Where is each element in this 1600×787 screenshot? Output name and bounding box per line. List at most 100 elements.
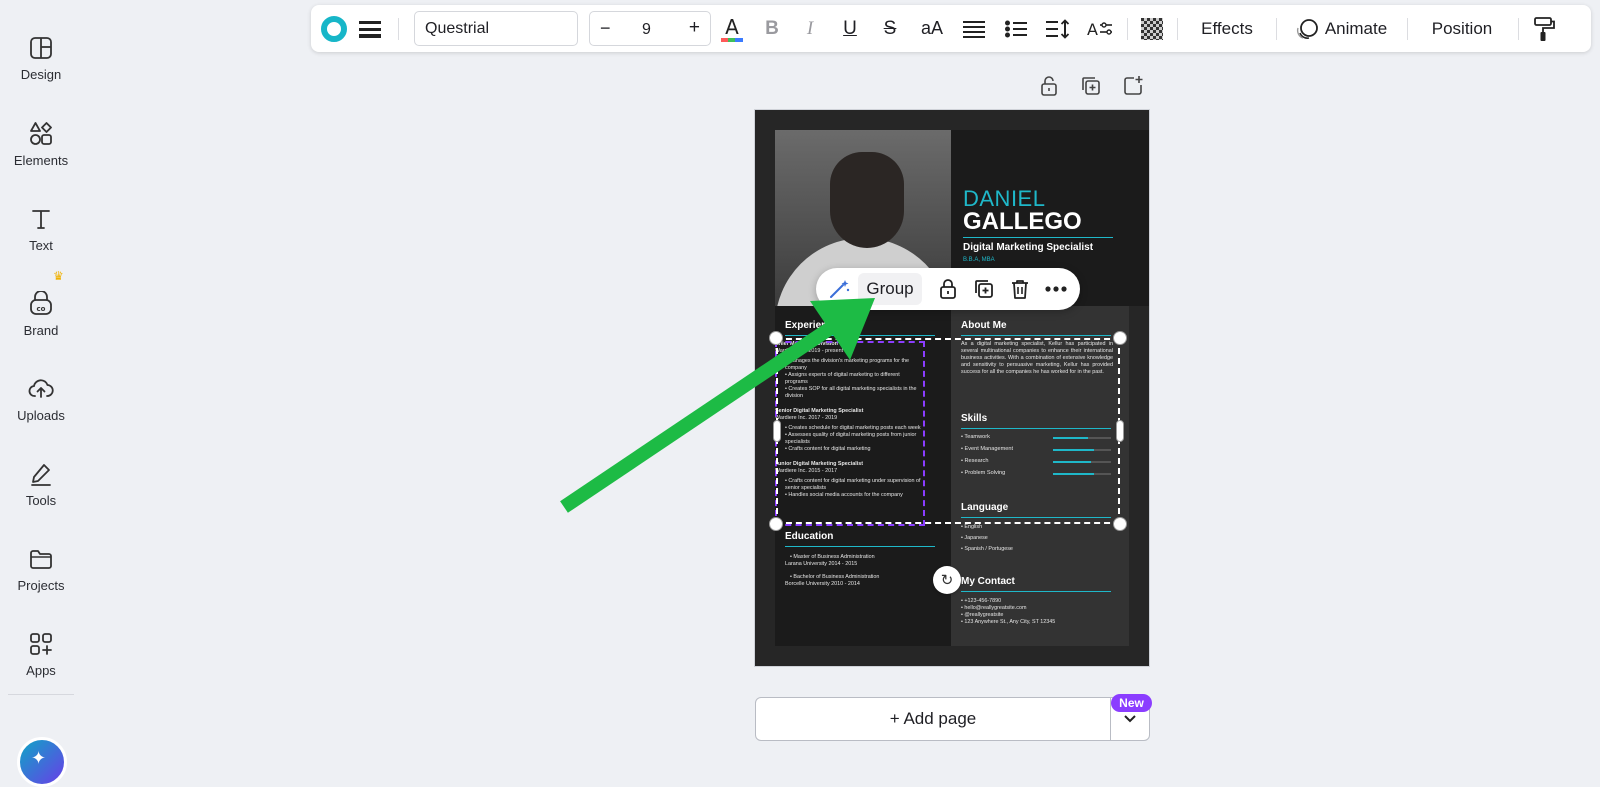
- last-name[interactable]: GALLEGO: [963, 208, 1082, 236]
- spacing-button[interactable]: [1043, 5, 1073, 52]
- bullet-list-icon: [1005, 20, 1027, 37]
- more-options-button[interactable]: [1040, 268, 1072, 310]
- sidebar-item-design[interactable]: Design: [0, 15, 82, 87]
- text-settings-icon: A: [1087, 20, 1112, 39]
- design-icon: [30, 37, 52, 59]
- contact-line: • +123-456-7890: [961, 598, 1002, 604]
- toolbar-divider: [1177, 18, 1178, 40]
- animate-icon: [1296, 18, 1318, 39]
- magic-assistant-button[interactable]: ✦: [17, 737, 67, 787]
- contact-line: • @reallygreatsite: [961, 612, 1004, 618]
- svg-text:A: A: [1087, 20, 1098, 39]
- sidebar-item-label: Elements: [13, 153, 69, 168]
- toolbar-divider: [1518, 18, 1519, 40]
- resize-handle-bottom-right[interactable]: [1113, 517, 1127, 531]
- left-sidebar: Design Elements Text co Brand ♛ Uploads …: [0, 0, 82, 787]
- text-icon: [32, 210, 50, 229]
- resize-handle-bottom-left[interactable]: [769, 517, 783, 531]
- education-list[interactable]: • Master of Business Administration Lara…: [785, 554, 935, 588]
- italic-button[interactable]: I: [795, 5, 825, 52]
- letter-case-icon: aA: [920, 18, 944, 38]
- language-list[interactable]: • English • Japanese • Spanish / Portuge…: [961, 524, 1111, 553]
- transparency-icon: [1141, 17, 1163, 40]
- sidebar-item-uploads[interactable]: Uploads: [0, 356, 82, 428]
- sidebar-item-text[interactable]: Text: [0, 186, 82, 258]
- uploads-icon: [28, 379, 54, 398]
- lock-page-button[interactable]: [1038, 75, 1060, 97]
- duplicate-button[interactable]: [968, 268, 1000, 310]
- bold-button[interactable]: B: [757, 5, 787, 52]
- strikethrough-button[interactable]: S: [875, 5, 905, 52]
- magic-edit-button[interactable]: [822, 268, 856, 310]
- selection-box[interactable]: [776, 338, 1120, 524]
- sidebar-item-label: Projects: [17, 578, 65, 593]
- rotate-icon: ↻: [940, 572, 954, 589]
- resize-handle-left[interactable]: [773, 420, 781, 442]
- contact-list[interactable]: • +123-456-7890 • hello@reallygreatsite.…: [961, 598, 1121, 626]
- effects-label: Effects: [1201, 18, 1253, 38]
- text-toolbar: Questrial − 9 + A B I U S aA A Effects A…: [311, 5, 1591, 52]
- sidebar-item-brand[interactable]: co Brand: [0, 271, 82, 343]
- sidebar-item-tools[interactable]: Tools: [0, 441, 82, 513]
- delete-button[interactable]: [1004, 268, 1036, 310]
- sidebar-item-projects[interactable]: Projects: [0, 526, 82, 598]
- text-color-button[interactable]: A: [717, 5, 747, 52]
- copy-style-button[interactable]: [1529, 5, 1559, 52]
- position-button[interactable]: Position: [1417, 5, 1507, 52]
- elements-icon: [30, 122, 52, 145]
- font-color-icon: A: [721, 15, 743, 42]
- font-name: Questrial: [425, 20, 490, 37]
- title-rule: [963, 237, 1113, 238]
- duplicate-page-button[interactable]: [1080, 75, 1102, 97]
- alignment-button[interactable]: [959, 5, 989, 52]
- job-title[interactable]: Digital Marketing Specialist: [963, 242, 1093, 253]
- education-line: • Bachelor of Business Administration: [790, 574, 880, 580]
- sidebar-item-label: Apps: [26, 663, 56, 678]
- add-page-icon-button[interactable]: [1122, 75, 1144, 97]
- text-color-swatch[interactable]: [319, 5, 349, 52]
- font-family-selector[interactable]: Questrial: [414, 11, 578, 46]
- sidebar-item-label: Text: [29, 238, 53, 253]
- list-button[interactable]: [1001, 5, 1031, 52]
- transparency-button[interactable]: [1137, 5, 1167, 52]
- group-button[interactable]: Group: [854, 268, 926, 310]
- resize-handle-top-left[interactable]: [769, 331, 783, 345]
- add-page-button[interactable]: + Add page: [755, 697, 1111, 741]
- align-justify-icon: [963, 20, 985, 38]
- experience-heading[interactable]: Experience: [785, 320, 838, 331]
- section-rule: [961, 335, 1111, 336]
- letter-case-button[interactable]: aA: [915, 5, 949, 52]
- resize-handle-right[interactable]: [1116, 420, 1124, 442]
- paint-roller-icon: [1534, 16, 1555, 41]
- magic-wand-icon: [830, 280, 850, 298]
- line-weight-button[interactable]: [355, 5, 385, 52]
- animate-button[interactable]: Animate: [1286, 5, 1396, 52]
- lock-button[interactable]: [932, 268, 964, 310]
- effects-button[interactable]: Effects: [1187, 5, 1267, 52]
- about-heading[interactable]: About Me: [961, 320, 1007, 331]
- language-line: • English: [961, 524, 983, 530]
- font-size-input[interactable]: 9: [642, 21, 651, 39]
- toolbar-divider: [1276, 18, 1277, 40]
- degrees[interactable]: B.B.A, MBA: [963, 257, 995, 263]
- rotate-button[interactable]: ↻: [933, 566, 961, 594]
- increase-size-button[interactable]: +: [689, 17, 700, 39]
- contact-heading[interactable]: My Contact: [961, 576, 1015, 587]
- resize-handle-top-right[interactable]: [1113, 331, 1127, 345]
- duplicate-icon: [1082, 77, 1100, 95]
- contact-line: • hello@reallygreatsite.com: [961, 605, 1027, 611]
- language-line: • Japanese: [961, 535, 988, 541]
- underline-button[interactable]: U: [835, 5, 865, 52]
- duplicate-icon: [975, 280, 993, 298]
- education-heading[interactable]: Education: [785, 531, 833, 542]
- font-size-stepper: − 9 +: [589, 11, 711, 46]
- underline-icon: U: [843, 17, 857, 39]
- chevron-down-icon: [1124, 715, 1136, 723]
- brand-icon: co: [30, 291, 52, 315]
- decrease-size-button[interactable]: −: [600, 18, 611, 39]
- text-effects-settings-button[interactable]: A: [1085, 5, 1115, 52]
- sidebar-item-apps[interactable]: Apps: [0, 611, 82, 683]
- section-rule: [785, 335, 935, 336]
- sidebar-item-elements[interactable]: Elements: [0, 101, 82, 173]
- sidebar-divider: [8, 694, 74, 695]
